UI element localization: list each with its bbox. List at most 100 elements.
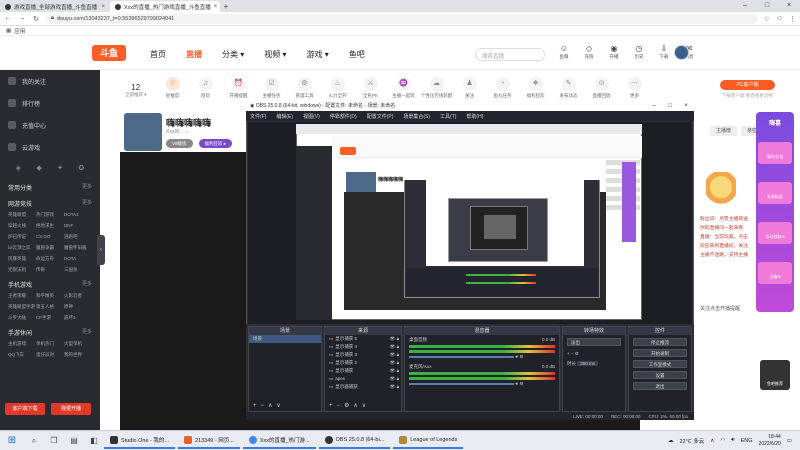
obs-control-button[interactable]: 停止推流 [633,338,687,346]
sidebar-category-link[interactable]: 主机游戏 [8,341,36,347]
category-item[interactable]: ⋯ 更多 [622,77,647,99]
category-item[interactable]: ⏰ 开播提醒 [226,77,251,99]
source-item[interactable]: ▭ 显示捕获 👁︎ 🔒︎ [325,367,401,375]
sidebar-category-link[interactable]: lol云顶之弈 [8,245,36,251]
speaker-icon[interactable]: 🔊︎ ⚙ [515,381,523,386]
sidebar-category-link[interactable]: 英雄联盟 [8,212,36,218]
sidebar-category-link[interactable]: QQ飞车 [8,352,36,358]
network-icon[interactable]: ◠ [720,438,725,444]
nav-video[interactable]: 视频 ▾ [264,49,286,60]
category-item[interactable]: ⚔ 全民PK [358,77,383,99]
sidebar-category-link[interactable]: 单机热门 [36,341,64,347]
category-item[interactable]: ♫ 陪玩 [193,77,218,99]
close-icon[interactable]: × [678,103,694,109]
bookmark-apps[interactable]: 应用 [14,27,25,35]
obs-menu-item[interactable]: 工具(T) [440,113,456,120]
sidebar-category-link[interactable]: 传奇 [36,267,64,273]
pc-client-button[interactable]: PC客户端 [720,80,775,90]
star-icon[interactable]: ☆ [764,15,770,23]
category-item[interactable]: ☁ 个性化在线装配 [421,77,452,99]
sidebar-category-link[interactable]: 无限法则 [8,267,36,273]
follow-count[interactable]: 12 全部推荐 ▾ [125,83,147,98]
sidebar-category-link[interactable]: 三国杀 [64,267,92,273]
sidebar-category-link[interactable]: 穿越火线 [8,223,36,229]
source-item[interactable]: ▭ apex 👁︎ 🔒︎ [325,375,401,383]
task-view-icon[interactable]: ❐ [44,436,64,445]
back-icon[interactable]: ← [4,15,12,22]
category-item[interactable]: ✎ 发布动态 [556,77,581,99]
search-icon[interactable]: ⌕ [24,436,44,446]
taskbar-app-lol[interactable]: League of Legends [393,433,464,449]
profile-icon[interactable]: ☺ [776,15,783,23]
tray-arrow-icon[interactable]: ∧ [710,438,714,444]
sidebar-collapse-handle[interactable]: ‹ [97,235,105,265]
minimize-icon[interactable]: – [646,103,662,109]
source-item[interactable]: ▭ 显示捕获 3 👁︎ 🔒︎ [325,351,401,359]
category-item[interactable]: ☆ 星推官 [160,77,185,99]
sidebar-category-link[interactable]: 热门游戏 [36,212,64,218]
sidebar-item-cloudgame[interactable]: 云游戏 [0,136,100,158]
obs-menu-item[interactable]: 配置文件(P) [367,113,394,120]
sidebar-category-link[interactable]: 我的世界 [64,352,92,358]
sidebar-category-link[interactable]: 原神 [64,304,92,310]
volume-slider[interactable] [409,356,515,358]
start-broadcast-button[interactable]: 我要开播 [51,403,91,415]
volume-slider[interactable] [409,383,515,385]
gift-icon[interactable]: ✦ [57,164,63,172]
sidebar-category-link[interactable]: CS:GO [36,234,64,240]
obs-control-button[interactable]: 退出 [633,382,687,390]
header-tool-download[interactable]: ⇩ 下载 [656,44,672,60]
tab-anchor-rank[interactable]: 主播榜 [710,126,738,136]
header-tool-fish[interactable]: ☺ 鱼粮 [556,44,572,60]
sidebar-category-link[interactable]: 第五人格 [36,304,64,310]
category-item[interactable]: ♟ 关注 [457,77,482,99]
obs-menu-item[interactable]: 场景集合(S) [403,113,430,120]
sidebar-category-link[interactable]: 魔兽怀旧服 [64,245,92,251]
visibility-icon[interactable]: 👁︎ 🔒︎ [390,375,401,383]
notification-icon[interactable]: ▭ [787,438,792,444]
sidebar-category-link[interactable]: 风暴英雄 [8,256,36,262]
visibility-icon[interactable]: 👁︎ 🔒︎ [390,343,401,351]
category-item[interactable]: ❖ 福利狂欢 [523,77,548,99]
header-tool-diamond[interactable]: ◇ 充值 [581,44,597,60]
sidebar-category-link[interactable]: 魔兽争霸 [36,245,64,251]
taskbar-app-browser-2[interactable]: 213349 - 网页... [178,433,240,449]
tab-close-icon[interactable]: × [214,4,218,10]
header-tool-broadcast[interactable]: ◉ 开播 [606,44,622,60]
source-item[interactable]: ▭ 显示捕获 4 👁︎ 🔒︎ [325,343,401,351]
browser-tab[interactable]: 游戏直播_全部游戏直播_斗鱼直播 × [0,1,110,12]
sidebar-category-link[interactable]: DOTA [64,256,92,262]
visibility-icon[interactable]: 👁︎ 🔒︎ [390,367,401,375]
source-item[interactable]: ▭ 显示器捕获 👁︎ 🔒︎ [325,383,401,391]
visibility-icon[interactable]: 👁︎ 🔒︎ [390,335,401,343]
obs-control-button[interactable]: 工作室模式 [633,360,687,368]
sidebar-item-recharge[interactable]: 充值中心 [0,114,100,136]
visibility-icon[interactable]: 👁︎ 🔒︎ [390,359,401,367]
category-item[interactable]: ☑ 主播任务 [259,77,284,99]
obs-menu-item[interactable]: 文件(F) [250,113,266,120]
sidebar-category-link[interactable]: 火影忍者 [64,293,92,299]
streamer-avatar[interactable] [124,113,162,151]
nav-category[interactable]: 分类 ▾ [222,49,244,60]
category-item[interactable]: ♒ 主播一起玩 [391,77,416,99]
maximize-icon[interactable]: □ [662,103,678,109]
tab-close-icon[interactable]: × [101,4,105,10]
transition-add-remove[interactable]: + − ⚙ [563,349,625,359]
sidebar-item-ranking[interactable]: 排行榜 [0,92,100,114]
header-tool-history[interactable]: ◷ 历史 [631,44,647,60]
room-event-badge[interactable]: 福利狂欢 ▸ [198,139,233,148]
promo-item[interactable]: 活动领取/5 [758,222,792,244]
sidebar-category-link[interactable]: 英雄联盟手游 [8,304,36,310]
site-logo[interactable]: 斗鱼 [92,45,126,61]
star-icon[interactable]: ✪ [78,164,84,172]
obs-control-button[interactable]: 设置 [633,371,687,379]
source-controls[interactable]: +−⚙∧∨ [329,402,370,409]
sidebar-category-link[interactable]: 逃跑吧 [64,234,92,240]
taskbar-app-obs[interactable]: OBS 25.0.8 (64-bi... [318,433,391,449]
event-icon[interactable]: ◈ [16,164,21,172]
obs-menu-item[interactable]: 帮助(H) [466,113,483,120]
transition-select[interactable]: 淡出 [567,338,621,346]
close-icon[interactable]: × [778,0,800,12]
scene-item[interactable]: 场景 [249,335,321,343]
game-icon[interactable]: ◆ [36,164,41,172]
